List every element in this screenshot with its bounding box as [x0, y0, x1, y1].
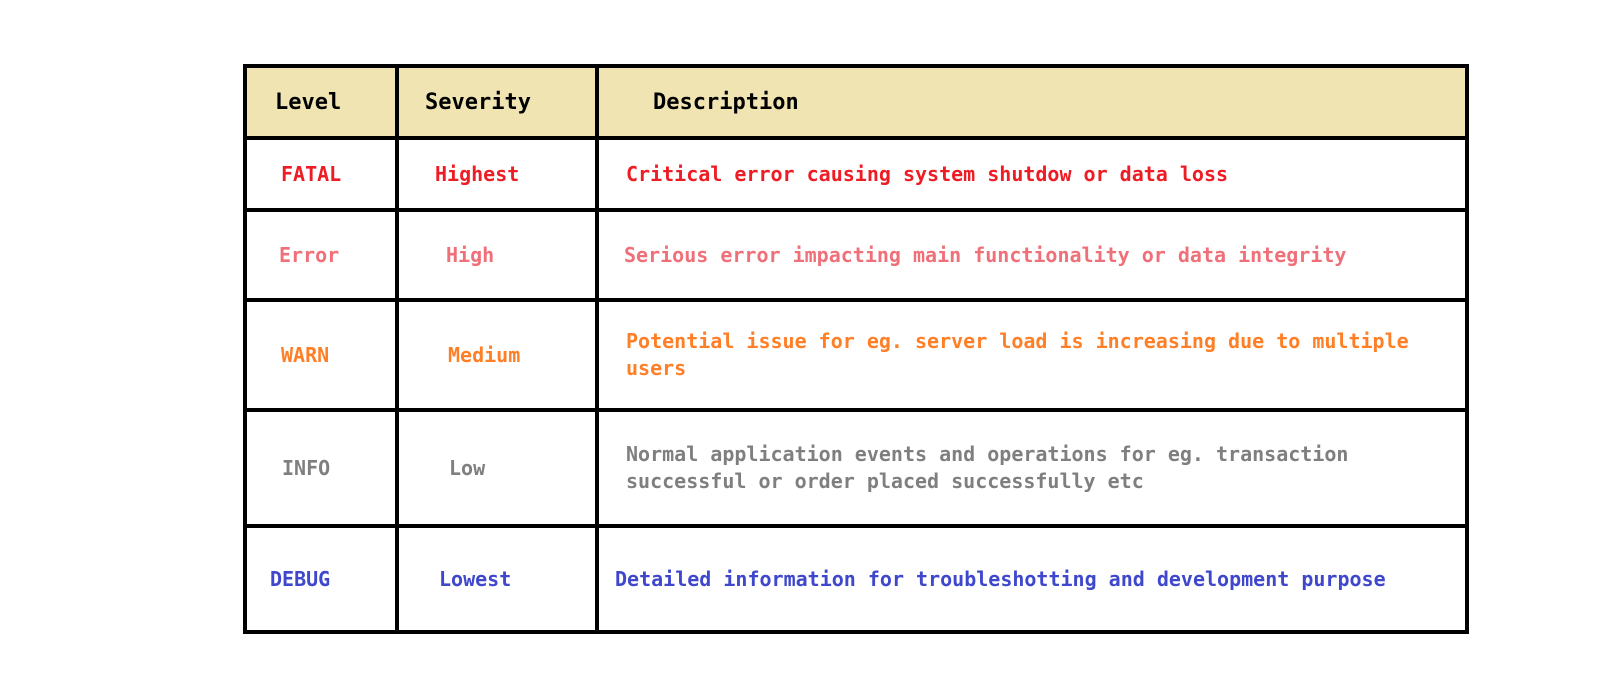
log-levels-table: Level Severity Description FATAL Highest… [243, 64, 1469, 634]
severity-cell: Highest [395, 136, 599, 212]
level-cell: Error [243, 208, 399, 302]
table-row: WARN Medium Potential issue for eg. serv… [243, 298, 1469, 412]
severity-cell: Lowest [395, 524, 599, 634]
description-cell: Potential issue for eg. server load is i… [595, 298, 1469, 412]
severity-cell: Medium [395, 298, 599, 412]
severity-cell: Low [395, 408, 599, 528]
table-row: Error High Serious error impacting main … [243, 208, 1469, 302]
level-cell: WARN [243, 298, 399, 412]
header-level: Level [243, 64, 399, 140]
description-cell: Detailed information for troubleshotting… [595, 524, 1469, 634]
table-header-row: Level Severity Description [243, 64, 1469, 140]
level-cell: FATAL [243, 136, 399, 212]
description-cell: Serious error impacting main functionali… [595, 208, 1469, 302]
description-cell: Normal application events and operations… [595, 408, 1469, 528]
table-row: DEBUG Lowest Detailed information for tr… [243, 524, 1469, 634]
severity-cell: High [395, 208, 599, 302]
header-severity: Severity [395, 64, 599, 140]
description-cell: Critical error causing system shutdow or… [595, 136, 1469, 212]
level-cell: DEBUG [243, 524, 399, 634]
level-cell: INFO [243, 408, 399, 528]
table-row: INFO Low Normal application events and o… [243, 408, 1469, 528]
table-row: FATAL Highest Critical error causing sys… [243, 136, 1469, 212]
header-description: Description [595, 64, 1469, 140]
